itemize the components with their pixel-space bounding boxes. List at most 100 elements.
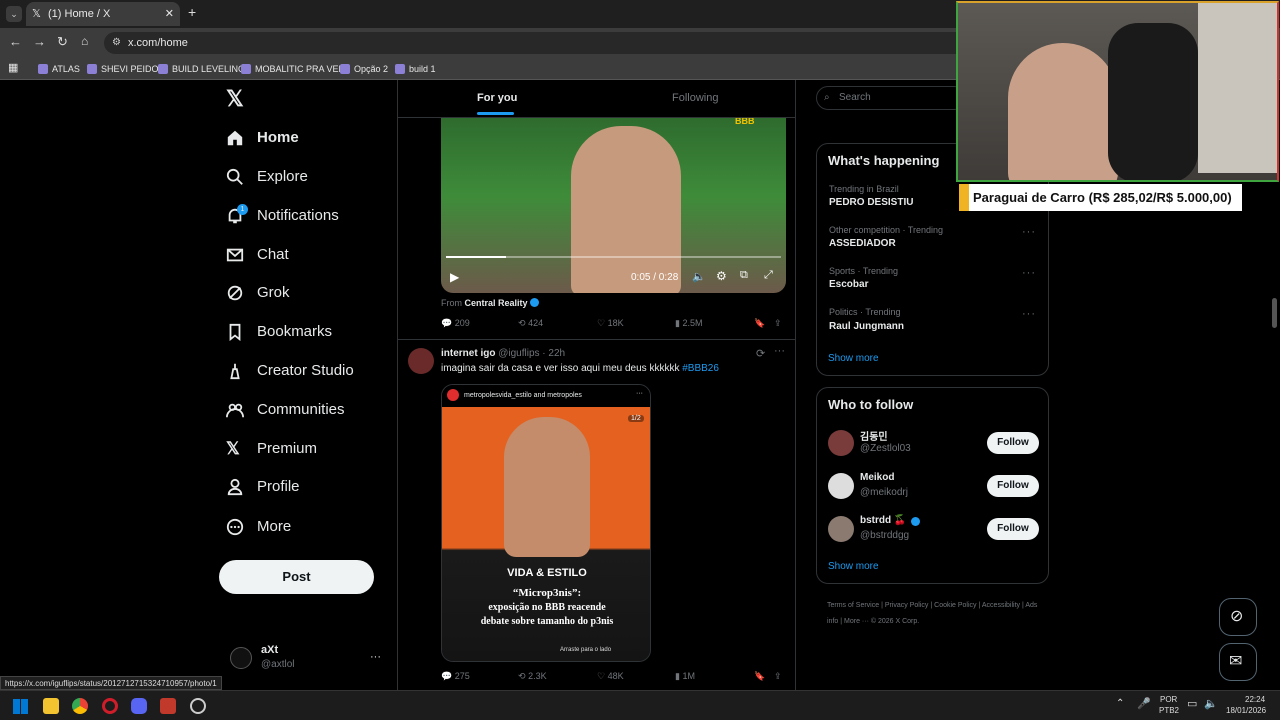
- more-icon[interactable]: ···: [774, 345, 785, 357]
- search-input[interactable]: ⌕ Search: [816, 86, 966, 110]
- opera-icon[interactable]: [102, 698, 118, 714]
- nav-communities[interactable]: Communities: [224, 395, 345, 425]
- browser-tab[interactable]: 𝕏 (1) Home / X ✕: [26, 2, 180, 26]
- footer-link[interactable]: Terms of Service: [827, 602, 879, 609]
- nav-premium[interactable]: 𝕏 Premium: [224, 434, 317, 464]
- nav-bookmarks[interactable]: Bookmarks: [224, 317, 332, 347]
- avatar: [230, 647, 252, 669]
- file-explorer-icon[interactable]: [43, 698, 59, 714]
- tab-following[interactable]: Following: [672, 92, 718, 104]
- show-more-link[interactable]: Show more: [828, 353, 879, 364]
- share-icon[interactable]: ⇪: [774, 671, 782, 682]
- close-tab-icon[interactable]: ✕: [165, 2, 174, 26]
- nav-creator-studio[interactable]: Creator Studio: [224, 356, 354, 386]
- share-icon[interactable]: ⇪: [774, 318, 782, 329]
- post-handle[interactable]: @iguflips: [498, 348, 539, 359]
- reload-icon[interactable]: ↻: [57, 34, 68, 50]
- volume-icon[interactable]: 🔈: [692, 270, 706, 283]
- more-icon[interactable]: ···: [1022, 267, 1036, 279]
- nav-home[interactable]: Home: [224, 123, 299, 153]
- app-icon[interactable]: [190, 698, 206, 714]
- suggestion-name: bstrdd 🍒: [860, 515, 907, 526]
- views-button[interactable]: ▮ 1M: [675, 671, 695, 682]
- network-icon[interactable]: ▭: [1187, 697, 1197, 710]
- bookmark-item[interactable]: build 1: [395, 62, 436, 76]
- home-icon: [227, 130, 243, 146]
- like-button[interactable]: ♡ 18K: [597, 318, 624, 329]
- keyboard-layout[interactable]: PTB2: [1159, 706, 1179, 715]
- trend-name: Escobar: [829, 279, 869, 290]
- microphone-icon[interactable]: 🎤: [1137, 697, 1151, 710]
- bookmark-item[interactable]: MOBALITIC PRA VER: [241, 62, 345, 76]
- like-button[interactable]: ♡ 48K: [597, 671, 624, 682]
- fullscreen-icon[interactable]: ⤢: [764, 269, 773, 282]
- video-player[interactable]: BBB ▶ 0:05 / 0:28 🔈 ⚙ ⧉ ⤢: [441, 118, 786, 293]
- bookmark-icon[interactable]: 🔖: [754, 318, 765, 329]
- forward-icon[interactable]: →: [33, 34, 46, 49]
- tab-for-you[interactable]: For you: [477, 92, 517, 104]
- bookmark-item[interactable]: ATLAS: [38, 62, 80, 76]
- post-button[interactable]: Post: [219, 560, 374, 594]
- profile-icon: [227, 478, 243, 496]
- apps-icon[interactable]: ▦: [8, 61, 18, 74]
- post-divider: [398, 339, 796, 340]
- grok-floating-button[interactable]: ⊘: [1219, 598, 1257, 636]
- nav-grok[interactable]: Grok: [224, 278, 290, 308]
- follow-button[interactable]: Follow: [987, 475, 1039, 497]
- hashtag-link[interactable]: #BBB26: [682, 363, 719, 374]
- new-tab-icon[interactable]: +: [188, 4, 196, 20]
- bookmark-icon[interactable]: 🔖: [754, 671, 765, 682]
- play-icon[interactable]: ▶: [450, 270, 459, 284]
- grok-icon[interactable]: ⟳: [756, 347, 765, 360]
- embed-header: metropolesvida_estilo and metropoles ···: [442, 385, 650, 407]
- post-time[interactable]: · 22h: [542, 348, 565, 359]
- app-icon[interactable]: [160, 698, 176, 714]
- repost-count: 2.3K: [528, 671, 547, 681]
- footer-link[interactable]: More ···: [844, 618, 869, 625]
- more-icon[interactable]: ···: [1022, 226, 1036, 238]
- language-indicator[interactable]: POR: [1160, 695, 1177, 704]
- show-hidden-icons[interactable]: ⌃: [1116, 698, 1124, 709]
- volume-icon[interactable]: 🔈: [1204, 697, 1218, 710]
- messages-floating-button[interactable]: ✉: [1219, 643, 1257, 681]
- reply-button[interactable]: 💬 275: [441, 671, 470, 682]
- bookmark-item[interactable]: BUILD LEVELING: [158, 62, 245, 76]
- nav-explore[interactable]: Explore: [224, 162, 308, 192]
- site-info-icon[interactable]: ⚙: [112, 32, 121, 54]
- footer-link[interactable]: Privacy Policy: [885, 602, 929, 609]
- chrome-icon[interactable]: [72, 698, 88, 714]
- nav-more[interactable]: More: [224, 512, 291, 542]
- footer-link[interactable]: Cookie Policy: [934, 602, 976, 609]
- pip-icon[interactable]: ⧉: [740, 269, 748, 282]
- follow-button[interactable]: Follow: [987, 518, 1039, 540]
- repost-button[interactable]: ⟲ 424: [518, 318, 543, 329]
- nav-notifications[interactable]: 1 Notifications: [224, 201, 339, 231]
- avatar[interactable]: [408, 348, 434, 374]
- footer-link[interactable]: Accessibility: [982, 602, 1020, 609]
- clock-date[interactable]: 18/01/2026: [1226, 706, 1266, 715]
- clock-time[interactable]: 22:24: [1245, 695, 1265, 704]
- post-author[interactable]: internet igo: [441, 348, 495, 359]
- show-more-link[interactable]: Show more: [828, 561, 879, 572]
- tab-list-icon[interactable]: ⌄: [6, 6, 22, 22]
- views-button[interactable]: ▮ 2.5M: [675, 318, 702, 329]
- source-link[interactable]: Central Reality: [465, 298, 528, 308]
- settings-icon[interactable]: ⚙: [716, 269, 727, 283]
- bookmark-item[interactable]: SHEVI PEIDO: [87, 62, 159, 76]
- account-switcher[interactable]: aXt @axtlol ···: [228, 643, 384, 677]
- x-logo-icon[interactable]: 𝕏: [226, 86, 244, 112]
- post-image[interactable]: metropolesvida_estilo and metropoles ···…: [441, 384, 651, 662]
- home-icon[interactable]: ⌂: [81, 34, 88, 48]
- page-scrollbar[interactable]: [1272, 298, 1277, 328]
- back-icon[interactable]: ←: [9, 34, 22, 49]
- reply-button[interactable]: 💬 209: [441, 318, 470, 329]
- nav-chat[interactable]: Chat: [224, 240, 289, 270]
- nav-profile[interactable]: Profile: [224, 472, 300, 502]
- more-icon[interactable]: ···: [1022, 308, 1036, 320]
- bookmark-item[interactable]: Opção 2: [340, 62, 388, 76]
- discord-icon[interactable]: [131, 698, 147, 714]
- repost-button[interactable]: ⟲ 2.3K: [518, 671, 547, 682]
- follow-button[interactable]: Follow: [987, 432, 1039, 454]
- windows-start-icon[interactable]: [13, 699, 28, 714]
- address-bar[interactable]: ⚙ x.com/home: [104, 32, 974, 54]
